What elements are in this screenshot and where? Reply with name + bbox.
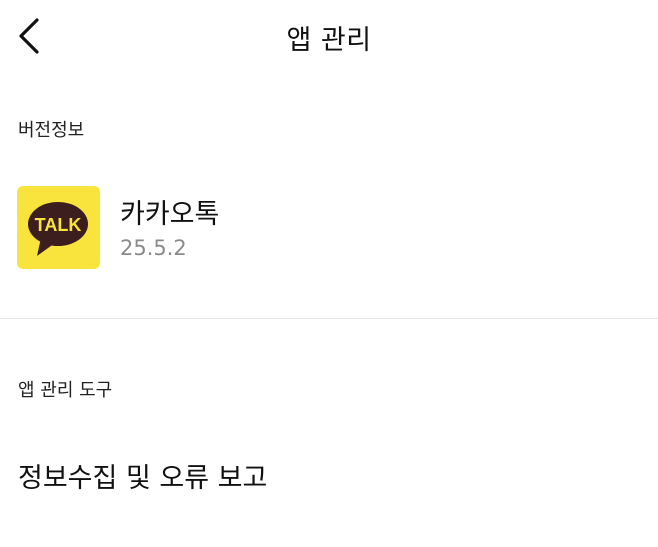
section-label-version-info: 버전정보 xyxy=(18,120,85,141)
section-label-app-tools: 앱 관리 도구 xyxy=(18,380,113,401)
app-name: 카카오톡 xyxy=(120,199,220,230)
page-title: 앱 관리 xyxy=(286,25,372,56)
app-info-row: TALK 카카오톡 25.5.2 xyxy=(0,178,658,278)
talk-bubble-icon: TALK xyxy=(28,202,88,256)
section-divider xyxy=(0,318,658,319)
talk-logo-text: TALK xyxy=(35,215,82,235)
menu-item-data-collection-error-report[interactable]: 정보수집 및 오류 보고 xyxy=(18,456,267,495)
app-version: 25.5.2 xyxy=(120,236,187,260)
app-header: 앱 관리 xyxy=(0,0,658,72)
kakaotalk-app-icon: TALK xyxy=(17,186,100,269)
